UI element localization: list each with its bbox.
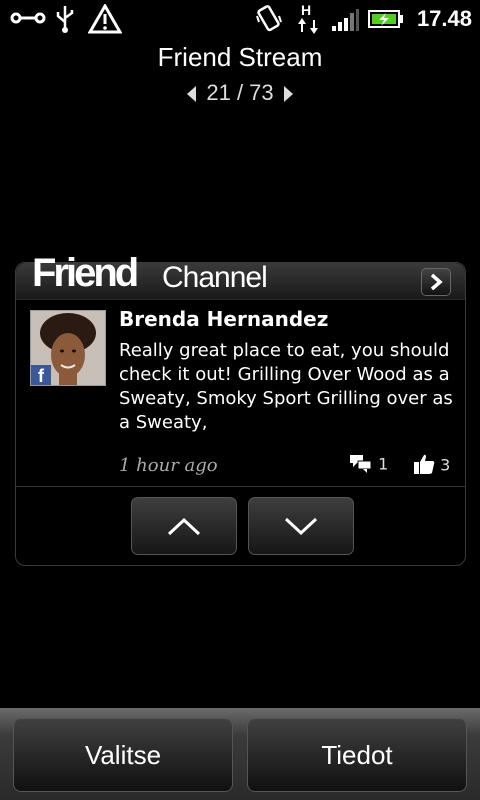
page-title: Friend Stream <box>157 42 323 72</box>
previous-arrow-icon[interactable] <box>187 86 197 103</box>
svg-text:H: H <box>301 2 311 18</box>
post-author[interactable]: Brenda Hernandez <box>119 307 328 331</box>
post-time: 1 hour ago <box>119 455 218 476</box>
select-button[interactable]: Valitse <box>13 718 233 792</box>
pager: 21 / 73 <box>0 80 480 106</box>
status-bar: H 17.48 <box>0 0 480 38</box>
comment-icon <box>349 453 373 477</box>
usb-debug-icon <box>10 8 46 32</box>
clock: 17.48 <box>416 6 472 31</box>
thumbs-up-icon <box>413 453 435 479</box>
open-stream-button[interactable] <box>421 268 451 296</box>
usb-icon <box>54 4 76 38</box>
post-message[interactable]: Really great place to eat, you should ch… <box>119 339 459 435</box>
next-post-button[interactable] <box>248 497 354 555</box>
likes-value: 3 <box>440 455 451 475</box>
chevron-up-icon <box>167 517 201 536</box>
bottom-bar: Valitse Tiedot <box>0 708 480 800</box>
signal-icon <box>330 8 360 36</box>
divider <box>16 486 465 487</box>
battery-charging-icon <box>368 8 404 34</box>
previous-post-button[interactable] <box>131 497 237 555</box>
brand-friend: Friend <box>32 251 139 295</box>
vibrate-icon <box>254 4 284 38</box>
friend-channel-widget: Friend Channel f Brenda Hernandez Really… <box>15 251 466 566</box>
widget-header: Friend Channel <box>16 251 465 300</box>
hspa-data-icon: H <box>296 2 320 40</box>
next-arrow-icon[interactable] <box>283 86 293 103</box>
facebook-icon: f <box>31 365 51 385</box>
comments-count[interactable]: 1 <box>349 453 388 477</box>
brand-channel: Channel <box>162 261 268 294</box>
likes-count[interactable]: 3 <box>413 453 450 479</box>
comments-value: 1 <box>378 454 389 474</box>
pager-label: 21 / 73 <box>206 80 274 105</box>
details-button[interactable]: Tiedot <box>247 718 467 792</box>
chevron-right-icon <box>430 273 443 291</box>
warning-icon <box>87 2 123 38</box>
chevron-down-icon <box>284 517 318 536</box>
avatar[interactable]: f <box>30 310 106 386</box>
